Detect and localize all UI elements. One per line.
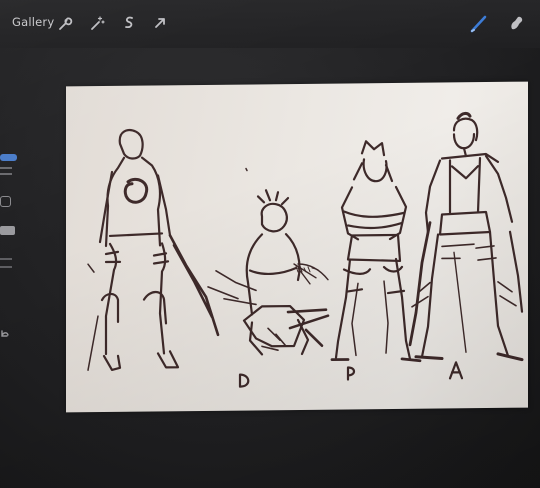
top-toolbar: Gallery (0, 0, 540, 48)
magic-wand-icon[interactable] (88, 14, 106, 32)
left-sidebar (0, 140, 22, 350)
undo-icon[interactable] (0, 326, 10, 345)
selection-icon[interactable] (120, 14, 138, 32)
wrench-icon[interactable] (56, 14, 74, 32)
dot-mark (245, 167, 248, 172)
brush-icon[interactable] (468, 13, 490, 35)
figure-back-view (87, 129, 220, 372)
drawing-canvas[interactable] (66, 81, 528, 413)
sketch-drawing (87, 111, 524, 388)
letter-marks (238, 361, 464, 388)
gallery-button[interactable]: Gallery (12, 15, 54, 29)
brush-size-slider[interactable] (0, 154, 17, 161)
opacity-slider[interactable] (0, 226, 15, 235)
figure-standing-sword (408, 111, 524, 362)
opacity-tick (0, 266, 12, 268)
brush-size-tick (0, 167, 12, 169)
smudge-icon[interactable] (505, 13, 527, 35)
figure-arms-crossed (330, 140, 422, 363)
transform-arrow-icon[interactable] (151, 14, 169, 32)
opacity-tick (0, 258, 12, 260)
modify-button[interactable] (0, 196, 11, 207)
procreate-screen: Gallery (0, 0, 540, 488)
brush-size-tick (0, 173, 12, 175)
